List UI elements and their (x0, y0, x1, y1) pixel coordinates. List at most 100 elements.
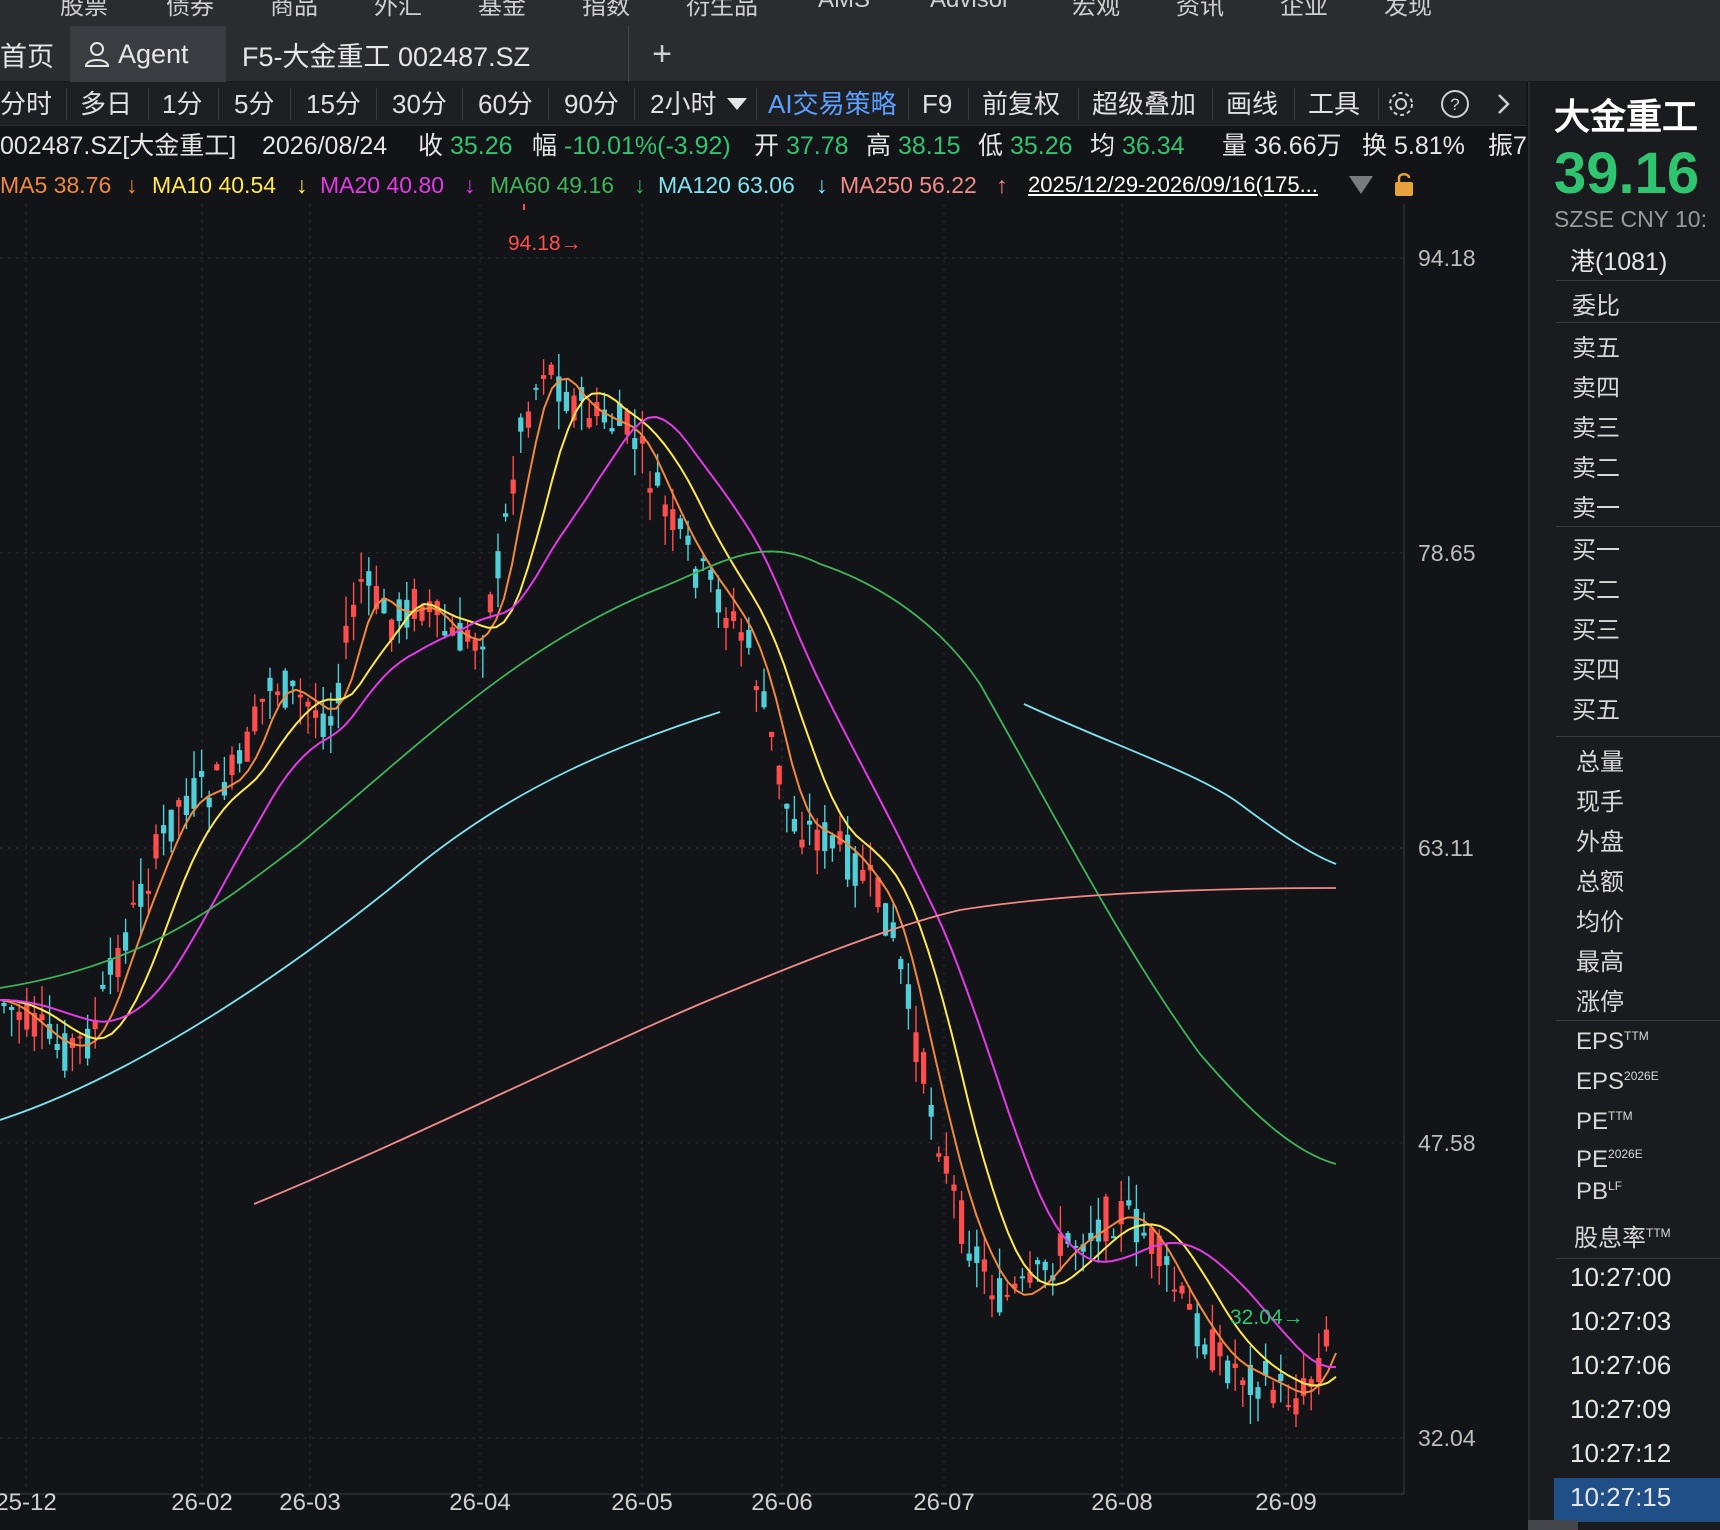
candle-body (723, 617, 729, 628)
period-15min[interactable]: 15分 (306, 82, 361, 126)
candle-body (343, 625, 349, 643)
ai-strategy-button[interactable]: AI交易策略 (768, 82, 897, 126)
nav-item-bonds[interactable]: 债券 (166, 0, 214, 21)
candle-body (9, 1007, 15, 1010)
period-dropdown-icon[interactable] (726, 96, 748, 112)
candle-body (761, 691, 767, 708)
lock-icon[interactable] (1392, 170, 1418, 198)
turnover-value: 5.81% (1394, 132, 1465, 160)
nav-item-stocks[interactable]: 股票 (60, 0, 108, 21)
period-multiday[interactable]: 多日 (80, 82, 132, 126)
candle-body (153, 834, 159, 859)
toolbar-separator (548, 88, 549, 120)
candle-body (396, 599, 402, 622)
help-icon[interactable]: ? (1440, 89, 1470, 119)
toolbar-separator (290, 88, 291, 120)
exchange-currency: SZSE CNY 10: (1554, 206, 1707, 232)
range-dropdown-icon[interactable] (1348, 174, 1374, 196)
period-intraday[interactable]: 分时 (0, 82, 52, 126)
nav-item-commodities[interactable]: 商品 (270, 0, 318, 21)
period-5min[interactable]: 5分 (234, 82, 274, 126)
candle-body (480, 646, 486, 650)
candle-body (769, 731, 775, 738)
draw-line-button[interactable]: 画线 (1226, 82, 1278, 126)
scrollbar[interactable] (1528, 1520, 1578, 1530)
candle-body (966, 1253, 972, 1261)
candle-body (358, 579, 364, 582)
divider (1556, 322, 1720, 323)
f9-button[interactable]: F9 (922, 82, 952, 126)
nav-item-fx[interactable]: 外汇 (374, 0, 422, 21)
hk-link[interactable]: 港(1081) (1570, 242, 1667, 278)
nav-item-funds[interactable]: 基金 (478, 0, 526, 21)
candle-body (214, 764, 220, 771)
candle-body (487, 594, 493, 613)
tab-stock-detail[interactable]: F5-大金重工 002487.SZ (228, 26, 628, 82)
candle-body (997, 1278, 1003, 1313)
low-value: 35.26 (1010, 132, 1073, 160)
y-tick-label: 63.11 (1418, 835, 1474, 861)
candlestick-chart[interactable]: 94.18 78.65 63.11 47.58 32.04 25-12 26-02 26-03… (0, 204, 1526, 1530)
ma-legend: MA5 38.76 ↓ MA10 40.54 ↓ MA20 40.80 ↓ MA… (0, 166, 1420, 204)
candle-body (1035, 1260, 1041, 1265)
tick-time: 10:27:03 (1570, 1306, 1672, 1336)
candle-body (791, 818, 797, 832)
nav-item-discover[interactable]: 发现 (1384, 0, 1432, 21)
period-60min[interactable]: 60分 (478, 82, 533, 126)
candle-body (510, 479, 516, 494)
avg-label: 均 (1090, 132, 1116, 160)
min-price-label: 32.04→ (1230, 1306, 1304, 1329)
super-overlay-button[interactable]: 超级叠加 (1092, 82, 1196, 126)
toolbar-separator (1378, 88, 1379, 120)
nav-item-advisor[interactable]: Advisor (930, 0, 1010, 14)
settings-gear-icon[interactable] (1386, 89, 1416, 119)
candle-body (328, 716, 334, 726)
date-range-link[interactable]: 2025/12/29-2026/09/16(175... (1028, 166, 1318, 204)
period-2hour[interactable]: 2小时 (650, 82, 716, 126)
divider (1556, 736, 1720, 737)
nav-item-ams[interactable]: AMS (818, 0, 870, 14)
ma250-trend-up-icon: ↑ (996, 172, 1008, 198)
nav-item-indices[interactable]: 指数 (582, 0, 630, 21)
period-90min[interactable]: 90分 (564, 82, 619, 126)
nav-item-news[interactable]: 资讯 (1176, 0, 1224, 21)
candle-body (1323, 1329, 1329, 1347)
ma20-trend-down-icon: ↓ (464, 172, 476, 198)
candle-body (138, 883, 144, 907)
nav-item-derivatives[interactable]: 衍生品 (686, 0, 758, 21)
candle-body (1057, 1233, 1063, 1256)
ma120-label: MA120 63.06 (658, 172, 795, 198)
candle-body (259, 698, 265, 702)
candle-body (875, 877, 881, 908)
candle-body (100, 984, 106, 989)
tab-agent[interactable]: Agent (70, 26, 226, 82)
tools-button[interactable]: 工具 (1308, 82, 1360, 126)
nav-item-enterprise[interactable]: 企业 (1280, 0, 1328, 21)
candle-body (685, 535, 691, 545)
candle-body (784, 803, 790, 809)
period-1min[interactable]: 1分 (162, 82, 202, 126)
price-adjust-button[interactable]: 前复权 (982, 82, 1060, 126)
nav-item-macro[interactable]: 宏观 (1072, 0, 1120, 21)
ma10-trend-down-icon: ↓ (296, 172, 308, 198)
ma120-trend-down-icon: ↓ (816, 172, 828, 198)
candle-body (229, 754, 235, 776)
x-tick-label: 26-09 (1255, 1489, 1316, 1516)
candle-body (191, 778, 197, 809)
x-tick-label: 26-05 (611, 1489, 672, 1516)
toolbar-separator (218, 88, 219, 120)
chevron-right-icon[interactable] (1494, 92, 1514, 116)
y-tick-label: 32.04 (1418, 1425, 1476, 1451)
tick-time: 10:27:12 (1570, 1438, 1672, 1468)
candle-body (1255, 1387, 1261, 1399)
tab-home[interactable]: 首页 (0, 26, 70, 82)
y-tick-label: 78.65 (1418, 540, 1476, 566)
period-30min[interactable]: 30分 (392, 82, 447, 126)
volume-label: 量 (1222, 132, 1248, 160)
add-tab-button[interactable]: + (644, 26, 680, 82)
candle-body (921, 1052, 927, 1084)
avg-value: 36.34 (1122, 132, 1185, 160)
avg-price-label: 均价 (1576, 909, 1624, 936)
candle-body (282, 670, 288, 708)
candle-body (457, 622, 463, 651)
